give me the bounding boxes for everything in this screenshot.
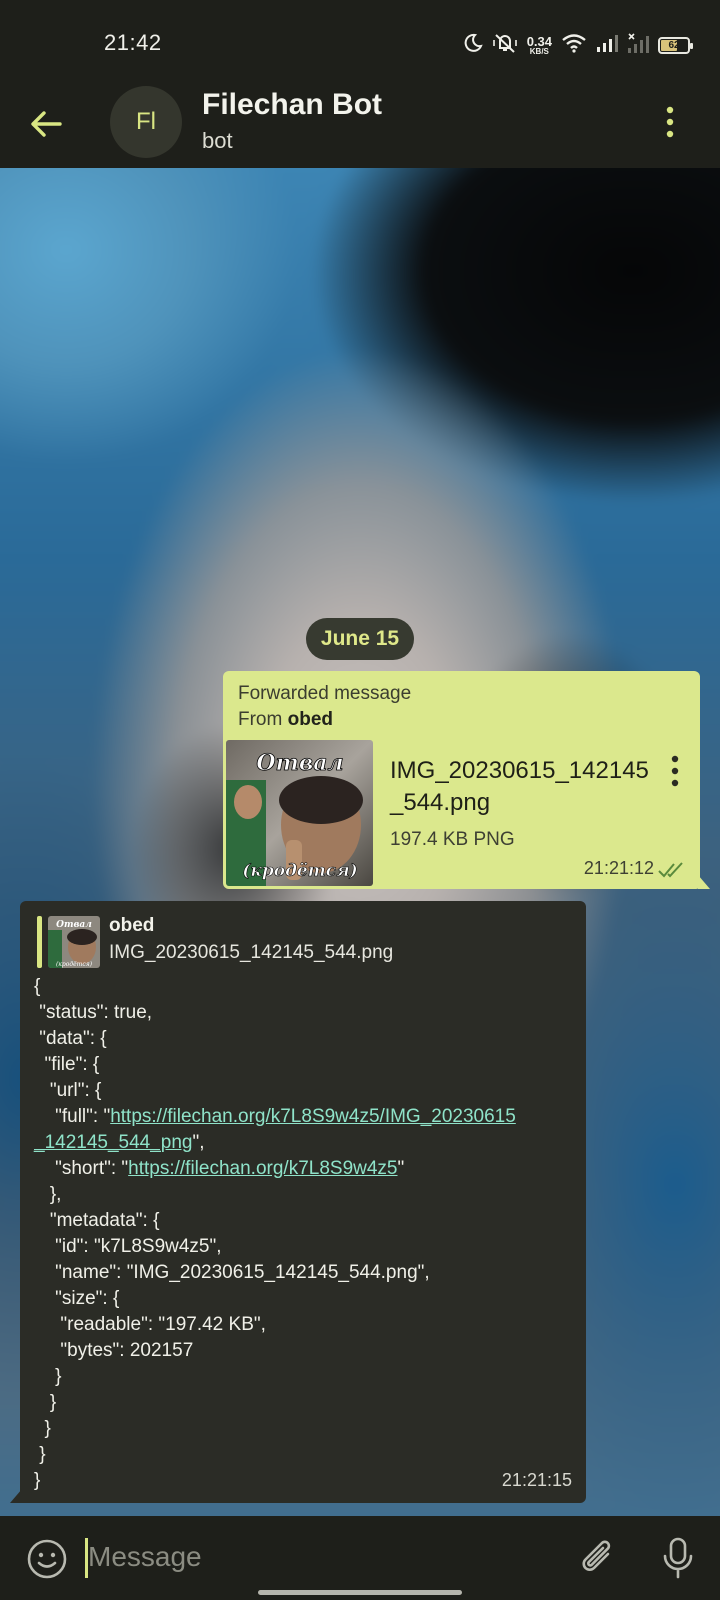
message-input[interactable]	[88, 1534, 538, 1580]
json-line: }	[34, 1470, 41, 1491]
reply-thumbnail-caption-top: Отвал	[56, 920, 92, 930]
json-line: "size": {	[34, 1288, 120, 1309]
reply-thumbnail-caption-bottom: (кродётся)	[56, 961, 93, 968]
short-url-link[interactable]: https://filechan.org/k7L8S9w4z5	[128, 1158, 397, 1179]
reply-quote-bar	[37, 916, 42, 968]
json-line: }	[34, 1366, 62, 1387]
vibrate-off-icon	[492, 32, 518, 59]
moon-icon	[463, 33, 483, 58]
signal-no-sim-icon	[627, 32, 649, 58]
forwarded-from-name[interactable]: obed	[288, 709, 333, 730]
file-more-icon[interactable]	[666, 753, 684, 789]
json-full-prefix: "full": "	[34, 1106, 111, 1127]
signal-icon	[596, 34, 618, 57]
reply-thumbnail[interactable]: Отвал (кродётся)	[48, 916, 100, 968]
battery-icon: 62	[658, 36, 693, 54]
network-speed: 0.34 KB/S	[527, 35, 552, 56]
chat-header: Fl Filechan Bot bot	[0, 86, 720, 168]
json-line: "status": true,	[34, 1002, 153, 1023]
json-line: "file": {	[34, 1054, 100, 1075]
chat-subtitle: bot	[202, 128, 233, 153]
wifi-icon	[561, 33, 587, 58]
status-bar: 21:42 0.34 KB/S 62	[0, 0, 720, 86]
json-line: "data": {	[34, 1028, 107, 1049]
status-time: 21:42	[104, 30, 162, 55]
json-full-suffix: ",	[192, 1132, 205, 1153]
forwarded-label: Forwarded message	[238, 683, 412, 704]
json-line-full: "full": "https://filechan.org/k7L8S9w4z5…	[34, 1104, 574, 1130]
back-arrow-icon[interactable]	[26, 104, 66, 144]
file-meta: 197.4 KB PNG	[390, 829, 515, 850]
bot-reply-bubble[interactable]: Отвал (кродётся) obed IMG_20230615_14214…	[10, 901, 586, 1503]
forwarded-from-prefix: From	[238, 709, 288, 730]
file-name[interactable]: IMG_20230615_142145_544.png	[390, 755, 660, 819]
json-line: },	[34, 1184, 62, 1205]
json-line-short: "short": "https://filechan.org/k7L8S9w4z…	[34, 1156, 574, 1182]
forwarded-from: From obed	[238, 709, 333, 731]
reply-author: obed	[109, 915, 155, 936]
json-short-prefix: "short": "	[34, 1158, 129, 1179]
json-line: }	[34, 1392, 57, 1413]
message-time: 21:21:15	[501, 1470, 572, 1490]
json-line: }	[34, 1444, 46, 1465]
json-line: "id": "k7L8S9w4z5",	[34, 1236, 222, 1257]
battery-nub	[690, 42, 693, 49]
forwarded-message-bubble[interactable]: Forwarded message From obed Отвал (кродё…	[223, 671, 710, 889]
network-speed-unit: KB/S	[529, 46, 549, 56]
status-icons: 0.34 KB/S 62	[463, 30, 693, 60]
json-line: "metadata": {	[34, 1210, 160, 1231]
battery-level: 62	[668, 39, 680, 51]
message-input-bar	[0, 1516, 720, 1600]
message-time: 21:21:12	[583, 858, 654, 878]
avatar[interactable]: Fl	[110, 86, 182, 158]
attach-icon[interactable]	[578, 1536, 618, 1580]
thumbnail-caption-top: Отвал	[256, 750, 343, 776]
network-speed-value: 0.34	[526, 33, 552, 49]
json-line-full-cont: _142145_544_png",	[34, 1130, 574, 1156]
double-check-icon	[658, 861, 688, 879]
json-line: "readable": "197.42 KB",	[34, 1314, 266, 1335]
home-indicator[interactable]	[258, 1590, 462, 1595]
json-response-text: { "status": true, "data": { "file": { "u…	[34, 974, 574, 1494]
json-line: {	[34, 976, 41, 997]
reply-quoted-text: IMG_20230615_142145_544.png	[109, 942, 394, 963]
json-short-suffix: "	[397, 1158, 405, 1179]
json-line: "name": "IMG_20230615_142145_544.png",	[34, 1262, 430, 1283]
emoji-icon[interactable]	[26, 1538, 68, 1580]
chat-title[interactable]: Filechan Bot	[202, 88, 382, 122]
json-line: "bytes": 202157	[34, 1340, 194, 1361]
more-vert-icon[interactable]	[660, 104, 680, 140]
file-thumbnail[interactable]: Отвал (кродётся)	[226, 740, 373, 886]
microphone-icon[interactable]	[660, 1536, 696, 1580]
json-line: "url": {	[34, 1080, 102, 1101]
thumbnail-caption-bottom: (кродётся)	[242, 861, 357, 881]
full-url-link-cont[interactable]: _142145_544_png	[34, 1132, 193, 1153]
date-chip: June 15	[306, 618, 414, 660]
json-line: }	[34, 1418, 51, 1439]
full-url-link[interactable]: https://filechan.org/k7L8S9w4z5/IMG_2023…	[110, 1106, 516, 1127]
